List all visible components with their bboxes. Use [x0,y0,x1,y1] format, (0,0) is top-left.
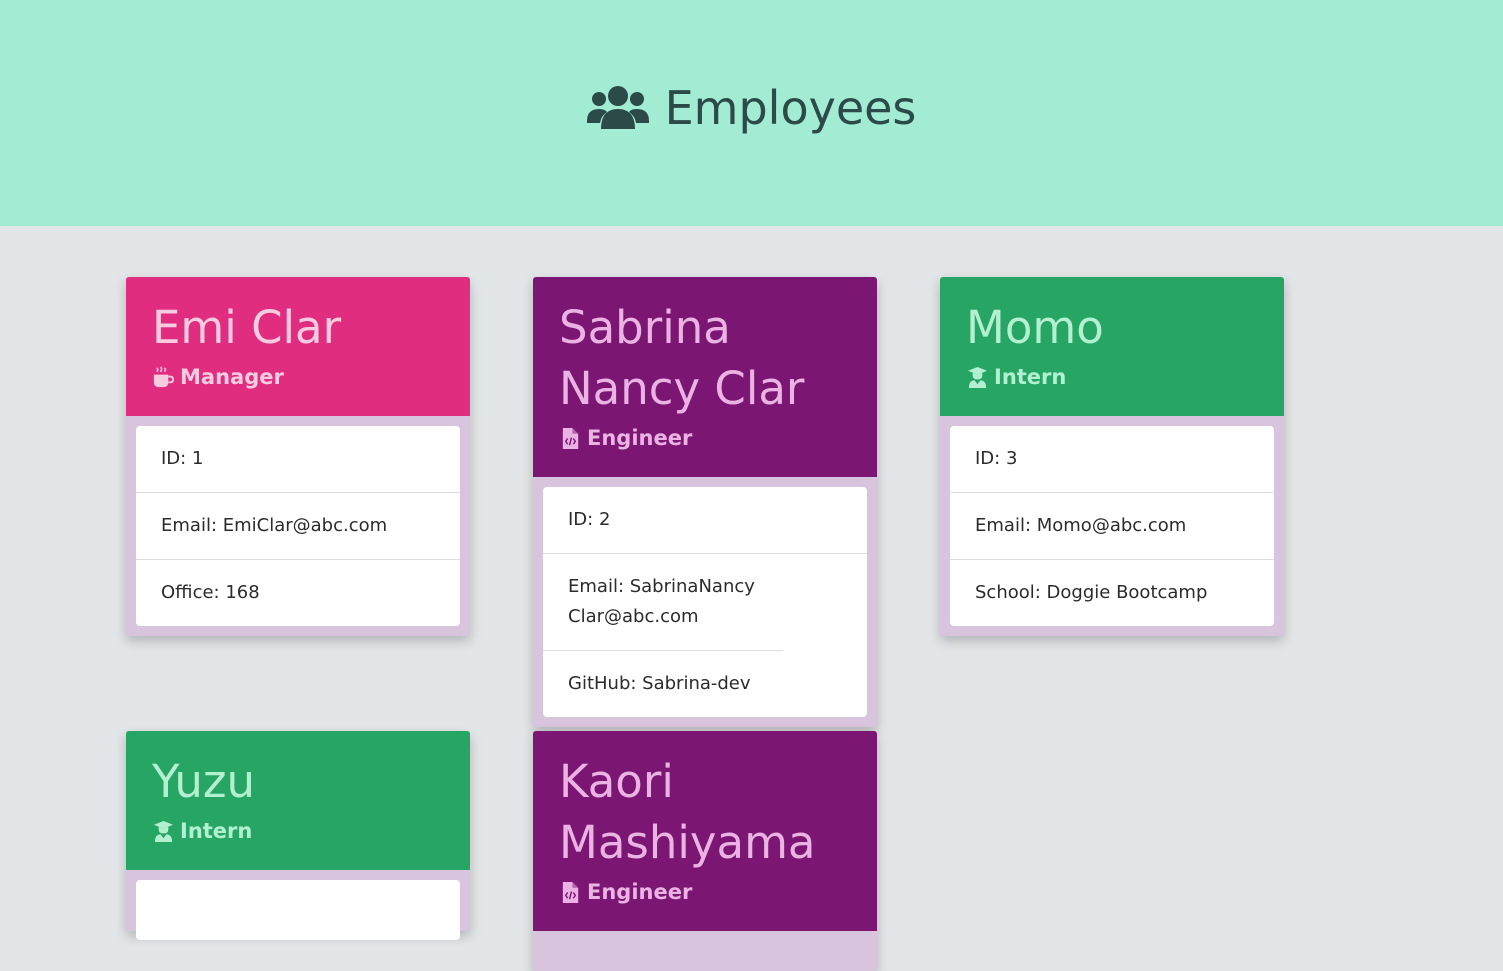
employee-role-label: Intern [180,819,253,843]
detail-id: ID: 1 [136,426,460,493]
card-header: Emi Clar Manager [126,277,470,416]
employee-role: Engineer [559,877,851,907]
employee-role-label: Engineer [587,880,693,904]
employee-card: Sabrina Nancy Clar Engineer ID: 2 Email:… [533,277,877,727]
employee-role: Intern [152,816,444,846]
detail-email: Email: Momo@abc.com [950,493,1274,560]
detail-id: ID: 2 [543,487,867,554]
employee-card: Emi Clar Manager ID: 1 Email: EmiClar@ab… [126,277,470,636]
employee-name: Emi Clar [152,301,342,354]
employee-role: Intern [966,362,1258,392]
card-body [126,870,470,950]
card-header: Sabrina Nancy Clar Engineer [533,277,877,477]
employee-name: Kaori Mashiyama [559,755,816,869]
employee-name: Yuzu [152,755,255,808]
employee-role-label: Manager [180,365,284,389]
card-body: ID: 3 Email: Momo@abc.com School: Doggie… [940,416,1284,636]
employee-card: Yuzu Intern [126,731,470,940]
users-icon [586,86,649,129]
user-graduate-icon [967,366,988,388]
file-code-icon [562,881,579,903]
employee-role: Engineer [559,423,851,453]
detail-list: ID: 2 Email: SabrinaNancyClar@abc.com Gi… [543,487,867,717]
employee-name: Momo [966,301,1104,354]
employee-role-label: Intern [994,365,1067,389]
detail-email: Email: EmiClar@abc.com [136,493,460,560]
employee-name: Sabrina Nancy Clar [559,301,805,415]
user-graduate-icon [153,820,174,842]
card-body: ID: 1 Email: EmiClar@abc.com Office: 168 [126,416,470,636]
employee-card: Kaori Mashiyama Engineer [533,731,877,971]
detail-id: ID: 3 [950,426,1274,493]
detail-office: Office: 168 [161,582,260,603]
card-header: Momo Intern [940,277,1284,416]
file-code-icon [562,427,579,449]
page-header: Employees [0,0,1503,226]
detail-email: Email: SabrinaNancyClar@abc.com [543,554,783,651]
card-header: Kaori Mashiyama Engineer [533,731,877,931]
card-body: ID: 2 Email: SabrinaNancyClar@abc.com Gi… [533,477,877,727]
card-header: Yuzu Intern [126,731,470,870]
detail-school: School: Doggie Bootcamp [975,582,1208,603]
page-title: Employees [586,81,917,135]
detail-list: ID: 3 Email: Momo@abc.com School: Doggie… [950,426,1274,626]
detail-list: ID: 1 Email: EmiClar@abc.com Office: 168 [136,426,460,626]
detail-list [136,880,460,940]
detail-github: GitHub: Sabrina-dev [568,673,751,694]
employee-card: Momo Intern ID: 3 Email: Momo@abc.com Sc… [940,277,1284,636]
coffee-icon [153,365,175,387]
page-title-text: Employees [664,81,917,135]
employee-role: Manager [152,362,444,392]
employee-role-label: Engineer [587,426,693,450]
